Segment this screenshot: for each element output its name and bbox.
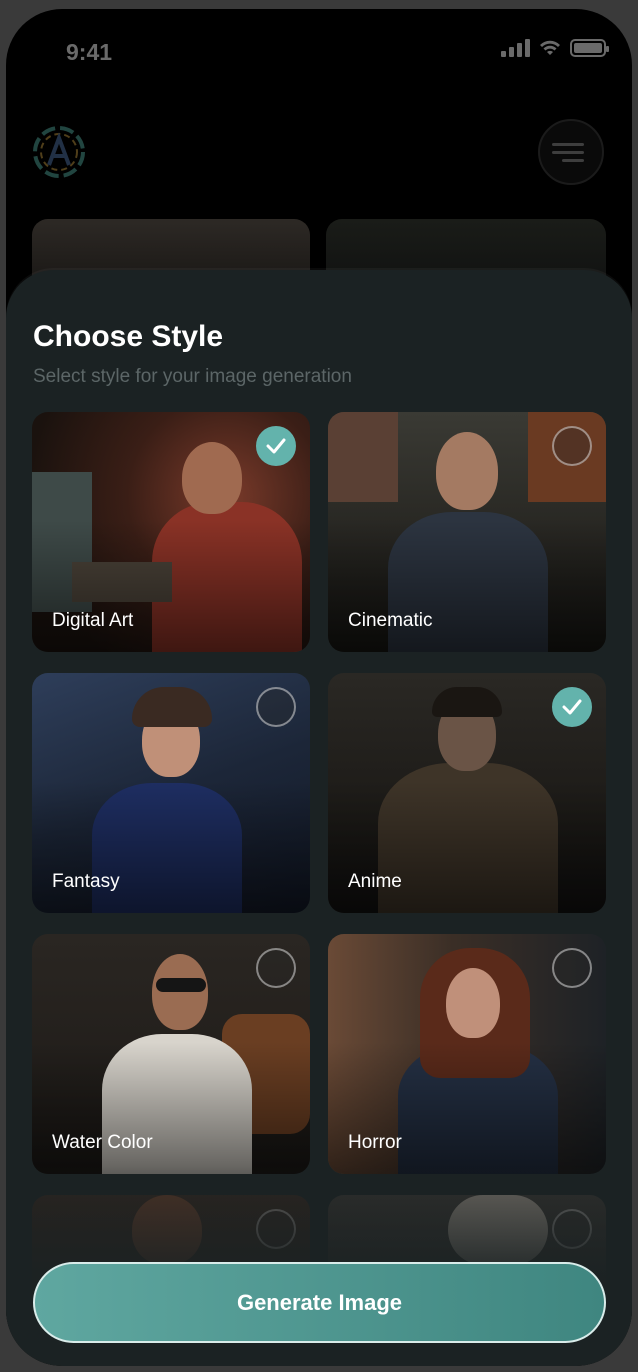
style-label: Cinematic <box>348 610 433 631</box>
style-label: Horror <box>348 1132 402 1153</box>
check-icon[interactable] <box>552 426 592 466</box>
status-time: 9:41 <box>66 39 113 65</box>
status-icons <box>501 39 609 57</box>
style-card-water-color[interactable]: Water Color <box>32 934 310 1174</box>
style-label: Fantasy <box>52 871 120 892</box>
battery-icon <box>570 39 609 57</box>
sheet-subtitle: Select style for your image generation <box>33 366 352 387</box>
style-label: Digital Art <box>52 610 134 631</box>
menu-button[interactable] <box>538 119 604 185</box>
check-icon[interactable] <box>256 426 296 466</box>
style-label: Anime <box>348 871 402 892</box>
sheet-title: Choose Style <box>33 320 224 353</box>
check-icon[interactable] <box>256 687 296 727</box>
check-icon[interactable] <box>256 948 296 988</box>
style-card-horror[interactable]: Horror <box>328 934 606 1174</box>
check-icon[interactable] <box>552 948 592 988</box>
style-card-anime[interactable]: Anime <box>328 673 606 913</box>
style-card-digital-art[interactable]: Digital Art <box>32 412 310 652</box>
style-card-cinematic[interactable]: Cinematic <box>328 412 606 652</box>
choose-style-sheet: Choose Style Select style for your image… <box>6 270 632 1366</box>
style-card-fantasy[interactable]: Fantasy <box>32 673 310 913</box>
check-icon[interactable] <box>552 687 592 727</box>
wifi-icon <box>540 40 560 55</box>
generate-image-button[interactable]: Generate Image <box>33 1262 606 1343</box>
signal-icon <box>501 39 530 57</box>
style-label: Water Color <box>52 1132 153 1153</box>
phone-screen: 9:41 Choose Style Select style for your … <box>6 9 632 1366</box>
app-logo[interactable] <box>32 125 86 179</box>
